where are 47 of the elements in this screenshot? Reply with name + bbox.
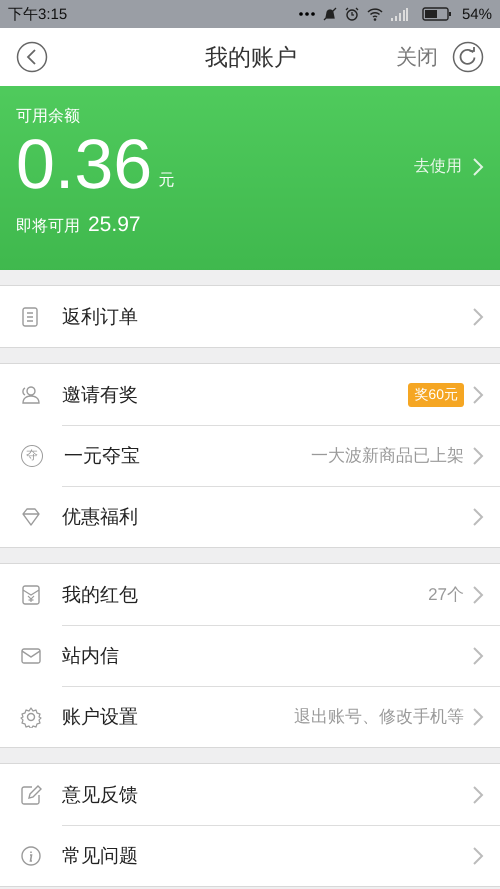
menu-icon	[20, 584, 42, 606]
menu-label: 优惠福利	[62, 506, 138, 530]
back-button[interactable]	[16, 41, 48, 73]
chevron-icon	[472, 646, 484, 666]
menu-icon	[20, 706, 42, 728]
menu-label: 站内信	[62, 644, 119, 668]
chevron-icon	[472, 384, 484, 404]
chevron-icon	[472, 846, 484, 866]
more-icon	[298, 12, 315, 16]
wifi-icon	[366, 8, 383, 20]
menu-label: 常见问题	[62, 844, 138, 868]
chevron-icon	[472, 784, 484, 804]
menu-icon	[20, 506, 42, 528]
close-button[interactable]: 关闭	[396, 43, 452, 71]
menu-label: 意见反馈	[62, 784, 138, 808]
mute-icon	[322, 7, 337, 21]
chevron-icon	[472, 706, 484, 726]
chevron-icon	[472, 446, 484, 466]
menu-icon	[20, 784, 42, 806]
menu-label: 我的红包	[62, 584, 138, 608]
menu-icon	[20, 384, 42, 406]
menu-label: 邀请有奖	[62, 384, 138, 408]
status-time: 下午3:15	[8, 4, 68, 24]
refresh-button[interactable]	[452, 41, 484, 73]
page-title: 我的账户	[204, 42, 298, 72]
battery-percent: 54%	[462, 6, 492, 22]
alarm-icon	[344, 7, 359, 21]
chevron-icon	[472, 584, 484, 604]
balance-amount: 0.36	[16, 129, 152, 199]
pending-label: 即将可用	[16, 217, 80, 237]
menu-label: 账户设置	[62, 706, 138, 730]
balance-label: 可用余额	[16, 106, 81, 127]
menu-hint: 退出账号、修改手机等	[294, 706, 464, 728]
currency-unit: 元	[158, 171, 174, 191]
menu-hint: 一大波新商品已上架	[311, 445, 464, 467]
menu-label: 返利订单	[62, 306, 138, 330]
menu-label: 一元夺宝	[64, 444, 140, 468]
chevron-icon	[472, 156, 484, 176]
coin-icon: 夺	[21, 444, 43, 466]
battery-icon	[422, 7, 452, 21]
reward-badge: 奖60元	[408, 382, 464, 406]
pending-amount: 25.97	[88, 213, 141, 237]
menu-hint: 27个	[428, 584, 464, 606]
chevron-icon	[472, 306, 484, 326]
chevron-icon	[472, 506, 484, 526]
menu-icon	[20, 844, 42, 866]
signal-icon	[390, 8, 408, 20]
